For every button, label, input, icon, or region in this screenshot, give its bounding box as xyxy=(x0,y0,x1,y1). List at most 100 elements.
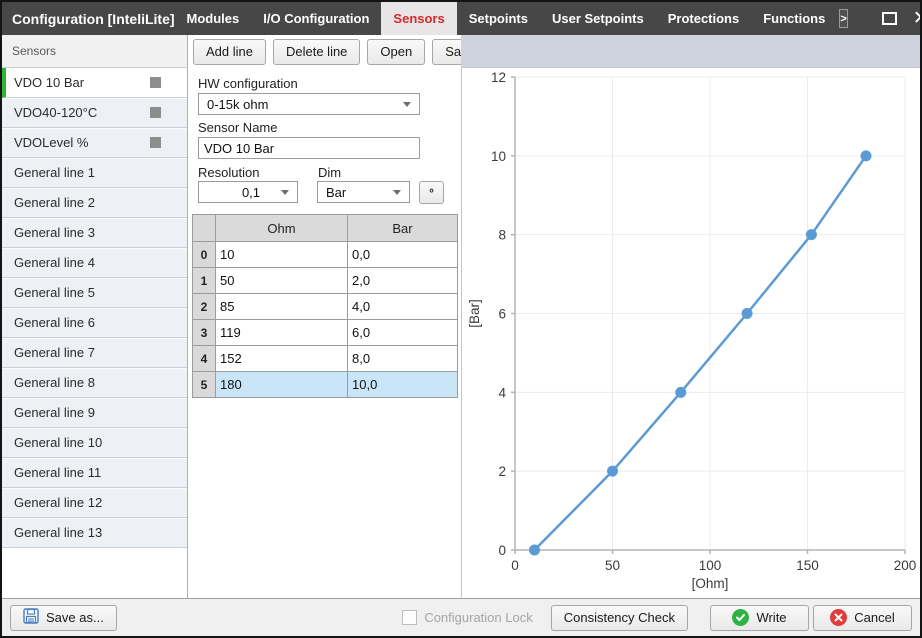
sidebar-item-general-line-13[interactable]: General line 13 xyxy=(2,518,187,548)
tab-functions[interactable]: Functions xyxy=(751,2,837,35)
tab-modules[interactable]: Modules xyxy=(175,2,252,35)
tab-bar: ModulesI/O ConfigurationSensorsSetpoints… xyxy=(175,2,838,35)
configuration-lock-control: Configuration Lock xyxy=(402,610,532,625)
sidebar-item-label: General line 12 xyxy=(14,495,102,510)
sidebar-item-label: General line 7 xyxy=(14,345,95,360)
svg-text:12: 12 xyxy=(491,70,506,85)
cancel-button[interactable]: Cancel xyxy=(813,605,912,631)
save-as-button[interactable]: Save as... xyxy=(10,605,117,631)
sidebar-item-general-line-4[interactable]: General line 4 xyxy=(2,248,187,278)
sidebar-item-general-line-1[interactable]: General line 1 xyxy=(2,158,187,188)
save-as-label: Save as... xyxy=(46,610,104,625)
tab-setpoints[interactable]: Setpoints xyxy=(457,2,540,35)
sidebar-item-label: General line 6 xyxy=(14,315,95,330)
table-cell[interactable]: 119 xyxy=(216,320,348,346)
sidebar-item-vdo-10-bar[interactable]: VDO 10 Bar xyxy=(2,68,187,98)
row-index: 3 xyxy=(193,320,216,346)
window-controls: ✕ xyxy=(882,2,922,35)
table-cell[interactable]: 10,0 xyxy=(348,372,458,398)
table-cell[interactable]: 10 xyxy=(216,242,348,268)
tab-i-o-configuration[interactable]: I/O Configuration xyxy=(251,2,381,35)
sidebar-item-general-line-6[interactable]: General line 6 xyxy=(2,308,187,338)
consistency-check-button[interactable]: Consistency Check xyxy=(551,605,688,631)
resolution-select[interactable]: 0,1 xyxy=(198,181,298,203)
check-circle-icon xyxy=(732,609,749,626)
hw-configuration-label: HW configuration xyxy=(198,76,298,91)
write-button[interactable]: Write xyxy=(710,605,809,631)
sidebar-item-general-line-12[interactable]: General line 12 xyxy=(2,488,187,518)
table-row: 0100,0 xyxy=(193,242,458,268)
svg-text:0: 0 xyxy=(498,543,506,558)
x-circle-icon xyxy=(830,609,847,626)
data-point xyxy=(675,387,686,398)
sidebar-item-label: General line 13 xyxy=(14,525,102,540)
svg-text:8: 8 xyxy=(498,228,506,243)
tab-user-setpoints[interactable]: User Setpoints xyxy=(540,2,656,35)
open-button[interactable]: Open xyxy=(367,39,425,65)
table-cell[interactable]: 0,0 xyxy=(348,242,458,268)
chevron-down-icon xyxy=(393,190,401,195)
maximize-icon[interactable] xyxy=(882,12,897,25)
add-line-button[interactable]: Add line xyxy=(193,39,266,65)
sidebar-item-general-line-8[interactable]: General line 8 xyxy=(2,368,187,398)
column-header-bar: Bar xyxy=(348,215,458,242)
sidebar-item-general-line-7[interactable]: General line 7 xyxy=(2,338,187,368)
dim-select[interactable]: Bar xyxy=(317,181,410,203)
sidebar-item-general-line-11[interactable]: General line 11 xyxy=(2,458,187,488)
table-cell[interactable]: 180 xyxy=(216,372,348,398)
sensor-form-panel: HW configuration 0-15k ohm Sensor Name R… xyxy=(188,68,461,598)
title-bar: Configuration [InteliLite] ModulesI/O Co… xyxy=(2,2,920,35)
toolbar-filler xyxy=(461,35,920,68)
table-cell[interactable]: 152 xyxy=(216,346,348,372)
sensor-list-sidebar: VDO 10 BarVDO40-120°CVDOLevel %General l… xyxy=(2,68,188,598)
table-cell[interactable]: 4,0 xyxy=(348,294,458,320)
degree-symbol-button[interactable]: ° xyxy=(419,181,444,204)
sidebar-item-general-line-3[interactable]: General line 3 xyxy=(2,218,187,248)
table-cell[interactable]: 2,0 xyxy=(348,268,458,294)
sidebar-item-general-line-2[interactable]: General line 2 xyxy=(2,188,187,218)
tab-overflow-button[interactable]: > xyxy=(839,9,847,28)
sidebar-item-label: General line 9 xyxy=(14,405,95,420)
dim-label: Dim xyxy=(318,165,341,180)
chevron-down-icon xyxy=(403,102,411,107)
table-cell[interactable]: 50 xyxy=(216,268,348,294)
delete-line-button[interactable]: Delete line xyxy=(273,39,360,65)
sensor-name-input[interactable] xyxy=(198,137,420,159)
table-corner-cell xyxy=(193,215,216,242)
sidebar-item-general-line-5[interactable]: General line 5 xyxy=(2,278,187,308)
hw-configuration-select[interactable]: 0-15k ohm xyxy=(198,93,420,115)
configuration-lock-label: Configuration Lock xyxy=(424,610,532,625)
window-title: Configuration [InteliLite] xyxy=(2,2,175,35)
close-icon[interactable]: ✕ xyxy=(913,9,922,28)
sidebar-item-general-line-9[interactable]: General line 9 xyxy=(2,398,187,428)
degree-icon: ° xyxy=(429,186,434,200)
svg-text:6: 6 xyxy=(498,307,506,322)
svg-text:200: 200 xyxy=(894,558,917,573)
floppy-disk-icon xyxy=(23,608,39,627)
tab-protections[interactable]: Protections xyxy=(656,2,752,35)
table-row: 1502,0 xyxy=(193,268,458,294)
footer-bar: Save as... Configuration Lock Consistenc… xyxy=(2,598,920,636)
configuration-lock-checkbox[interactable] xyxy=(402,610,417,625)
consistency-check-label: Consistency Check xyxy=(564,610,675,625)
svg-text:50: 50 xyxy=(605,558,620,573)
svg-text:4: 4 xyxy=(498,385,506,400)
row-index: 1 xyxy=(193,268,216,294)
sidebar-item-vdolevel[interactable]: VDOLevel % xyxy=(2,128,187,158)
svg-text:10: 10 xyxy=(491,149,506,164)
svg-text:[Bar]: [Bar] xyxy=(467,299,482,328)
column-header-ohm: Ohm xyxy=(216,215,348,242)
sidebar-item-vdo40-120-c[interactable]: VDO40-120°C xyxy=(2,98,187,128)
table-cell[interactable]: 85 xyxy=(216,294,348,320)
sidebar-item-general-line-10[interactable]: General line 10 xyxy=(2,428,187,458)
data-point xyxy=(742,308,753,319)
calibration-points-table: OhmBar 0100,01502,02854,031196,041528,05… xyxy=(192,214,458,398)
sidebar-item-label: VDO 10 Bar xyxy=(14,75,84,90)
table-row: 41528,0 xyxy=(193,346,458,372)
tab-sensors[interactable]: Sensors xyxy=(381,2,456,35)
table-cell[interactable]: 6,0 xyxy=(348,320,458,346)
toolbar: Add lineDelete lineOpenSave xyxy=(188,35,461,68)
data-point xyxy=(806,229,817,240)
table-cell[interactable]: 8,0 xyxy=(348,346,458,372)
sidebar-item-label: General line 10 xyxy=(14,435,102,450)
